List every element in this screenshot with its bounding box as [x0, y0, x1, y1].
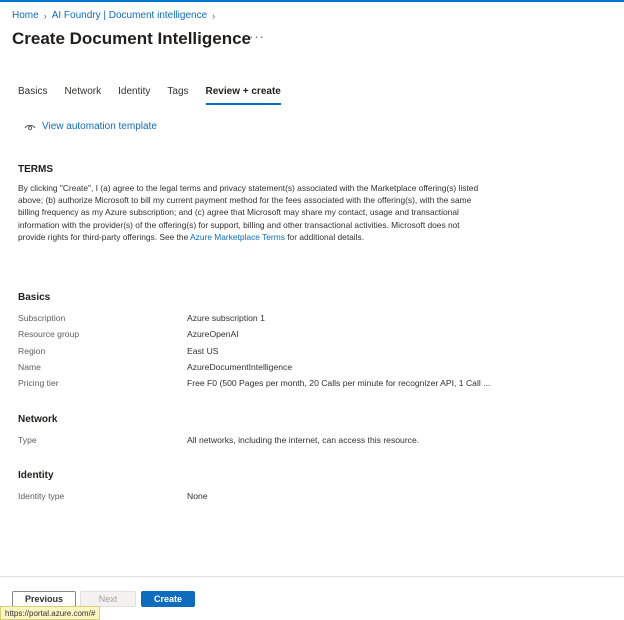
resource-group-value: AzureOpenAI [187, 329, 239, 339]
network-type-label: Type [18, 435, 37, 445]
terms-text: By clicking "Create", I (a) agree to the… [18, 182, 488, 243]
network-heading: Network [18, 414, 58, 425]
tab-review-create[interactable]: Review + create [205, 86, 281, 105]
tab-identity[interactable]: Identity [118, 86, 150, 105]
automation-label: View automation template [42, 121, 157, 132]
breadcrumb-home[interactable]: Home [12, 10, 39, 21]
tab-network[interactable]: Network [64, 86, 101, 105]
name-label: Name [18, 362, 41, 372]
resource-group-label: Resource group [18, 329, 80, 339]
pricing-tier-value: Free F0 (500 Pages per month, 20 Calls p… [187, 378, 491, 388]
identity-heading: Identity [18, 470, 54, 481]
network-type-value: All networks, including the internet, ca… [187, 435, 420, 445]
subscription-label: Subscription [18, 313, 66, 323]
breadcrumb-ai-foundry[interactable]: AI Foundry | Document intelligence [52, 10, 207, 21]
region-label: Region [18, 346, 46, 356]
next-button[interactable]: Next [80, 591, 136, 607]
footer-divider [0, 576, 624, 577]
region-value: East US [187, 346, 219, 356]
identity-type-value: None [187, 491, 208, 501]
eye-icon [24, 124, 36, 130]
page-title: Create Document Intelligence [12, 29, 252, 48]
pricing-tier-label: Pricing tier [18, 378, 59, 388]
wizard-tabs: Basics Network Identity Tags Review + cr… [18, 86, 298, 105]
basics-heading: Basics [18, 292, 51, 303]
view-automation-template-link[interactable]: View automation template [24, 121, 157, 132]
status-bar-url: https://portal.azure.com/# [0, 606, 101, 620]
previous-button[interactable]: Previous [12, 591, 76, 607]
portal-top-accent [0, 0, 624, 2]
chevron-right-icon: › [212, 10, 216, 21]
create-button[interactable]: Create [141, 591, 195, 607]
subscription-value: Azure subscription 1 [187, 313, 265, 323]
terms-text-after: for additional details. [284, 231, 365, 242]
tab-tags[interactable]: Tags [167, 86, 188, 105]
terms-heading: TERMS [18, 164, 53, 175]
name-value: AzureDocumentIntelligence [187, 362, 293, 372]
chevron-right-icon: › [43, 10, 47, 21]
more-options-icon[interactable]: ··· [249, 29, 265, 44]
azure-marketplace-terms-link[interactable]: Azure Marketplace Terms [190, 232, 285, 242]
breadcrumb: Home › AI Foundry | Document intelligenc… [12, 10, 220, 21]
tab-basics[interactable]: Basics [18, 86, 47, 105]
identity-type-label: Identity type [18, 491, 65, 501]
